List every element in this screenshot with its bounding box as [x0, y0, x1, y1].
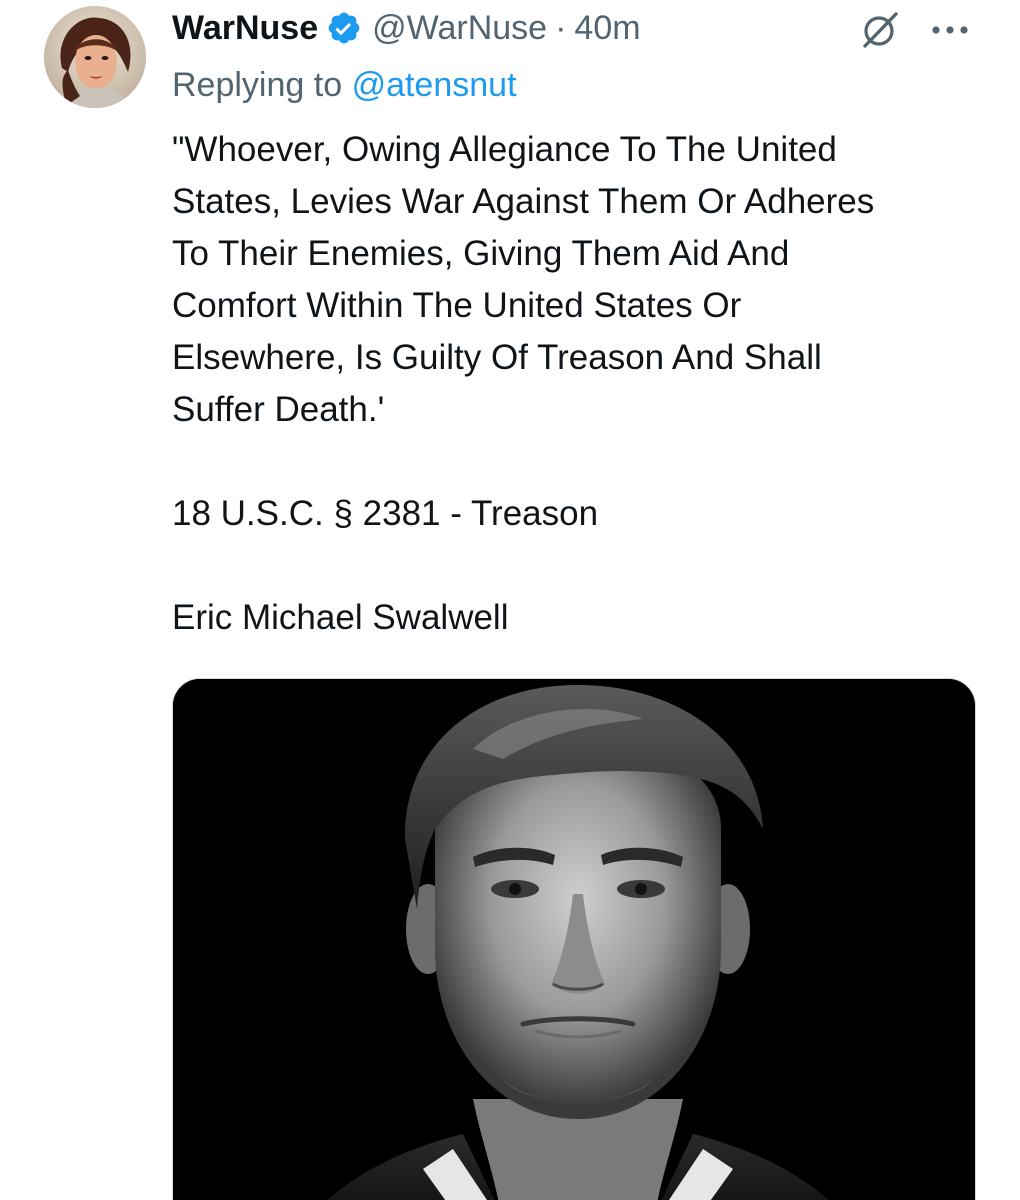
- author-avatar[interactable]: [44, 6, 146, 108]
- replying-to-prefix: Replying to: [172, 66, 343, 104]
- header-separator: ·: [555, 8, 567, 47]
- tweet-header: WarNuse @WarNuse · 40m: [172, 6, 641, 50]
- more-options-icon[interactable]: [928, 12, 972, 48]
- quote-line: States, Levies War Against Them Or Adher…: [172, 182, 875, 221]
- replying-to-line: Replying to @atensnut: [172, 66, 517, 105]
- tweet-name-line: Eric Michael Swalwell: [172, 598, 509, 637]
- avatar-portrait-icon: [44, 6, 146, 108]
- quote-line: "Whoever, Owing Allegiance To The United: [172, 130, 837, 169]
- grok-icon[interactable]: [858, 8, 902, 52]
- verified-badge-icon[interactable]: [326, 10, 362, 46]
- tweet-citation: 18 U.S.C. § 2381 - Treason: [172, 494, 599, 533]
- tweet-quote: "Whoever, Owing Allegiance To The United…: [172, 124, 992, 436]
- quote-line: To Their Enemies, Giving Them Aid And: [172, 234, 790, 273]
- tweet-media-photo[interactable]: [172, 678, 976, 1200]
- quote-line: Elsewhere, Is Guilty Of Treason And Shal…: [172, 338, 822, 377]
- replying-to-mention[interactable]: @atensnut: [352, 66, 517, 104]
- tweet: WarNuse @WarNuse · 40m Replying to @aten…: [0, 0, 1020, 1200]
- portrait-photo: [173, 679, 975, 1200]
- author-display-name[interactable]: WarNuse: [172, 9, 318, 48]
- tweet-timestamp[interactable]: 40m: [574, 9, 640, 48]
- quote-line: Suffer Death.': [172, 390, 385, 429]
- quote-line: Comfort Within The United States Or: [172, 286, 742, 325]
- author-handle[interactable]: @WarNuse: [372, 9, 547, 48]
- tweet-text: "Whoever, Owing Allegiance To The United…: [172, 124, 992, 644]
